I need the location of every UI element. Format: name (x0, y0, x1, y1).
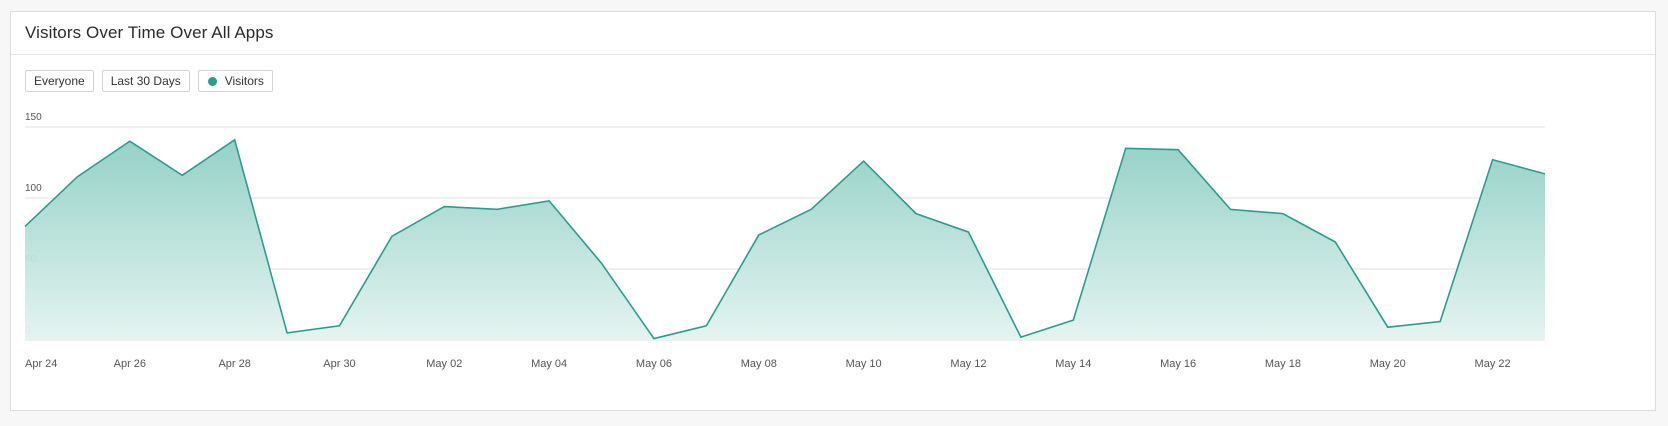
data-point (1281, 212, 1285, 216)
series-area-visitors (25, 139, 1545, 340)
y-tick-label: 100 (25, 183, 42, 194)
data-point (1333, 240, 1337, 244)
data-point (1543, 172, 1547, 176)
data-point (23, 224, 27, 228)
y-tick-label: 150 (25, 112, 42, 123)
x-tick-label: Apr 26 (114, 358, 146, 370)
x-tick-label: May 22 (1475, 358, 1511, 370)
data-point (966, 230, 970, 234)
series-legend-label: Visitors (224, 74, 264, 88)
data-point (233, 138, 237, 142)
x-tick-label: May 16 (1160, 358, 1196, 370)
data-point (442, 205, 446, 209)
data-point (652, 337, 656, 341)
data-point (1071, 318, 1075, 322)
data-point (75, 175, 79, 179)
audience-filter-label: Everyone (34, 74, 85, 88)
data-point (1386, 325, 1390, 329)
x-tick-label: May 10 (846, 358, 882, 370)
data-point (1229, 207, 1233, 211)
chart-card: Visitors Over Time Over All Apps 0501001… (10, 11, 1656, 411)
x-tick-label: May 02 (426, 358, 462, 370)
data-point (337, 324, 341, 328)
x-tick-label: Apr 28 (218, 358, 250, 370)
data-point (600, 261, 604, 265)
data-point (285, 331, 289, 335)
data-point (1491, 158, 1495, 162)
series-color-dot-icon (207, 76, 217, 86)
data-point (914, 212, 918, 216)
data-point (862, 159, 866, 163)
x-tick-label: May 14 (1055, 358, 1091, 370)
data-point (1124, 146, 1128, 150)
series-legend-button[interactable]: Visitors (197, 70, 273, 92)
date-range-filter-button[interactable]: Last 30 Days (101, 70, 190, 92)
x-tick-label: May 12 (950, 358, 986, 370)
data-point (704, 324, 708, 328)
data-point (128, 139, 132, 143)
filter-bar: Everyone Last 30 Days Visitors (25, 70, 273, 92)
data-point (1019, 335, 1023, 339)
x-tick-label: May 18 (1265, 358, 1301, 370)
audience-filter-button[interactable]: Everyone (25, 70, 94, 92)
data-point (547, 199, 551, 203)
x-tick-label: May 04 (531, 358, 567, 370)
data-point (180, 173, 184, 177)
x-tick-label: May 06 (636, 358, 672, 370)
x-tick-label: Apr 24 (25, 358, 57, 370)
data-point (1176, 148, 1180, 152)
x-tick-label: Apr 30 (323, 358, 355, 370)
data-point (809, 207, 813, 211)
data-point (390, 234, 394, 238)
date-range-filter-label: Last 30 Days (110, 74, 181, 88)
x-tick-label: May 08 (741, 358, 777, 370)
data-point (495, 207, 499, 211)
data-point (1438, 320, 1442, 324)
x-tick-label: May 20 (1370, 358, 1406, 370)
data-point (757, 233, 761, 237)
